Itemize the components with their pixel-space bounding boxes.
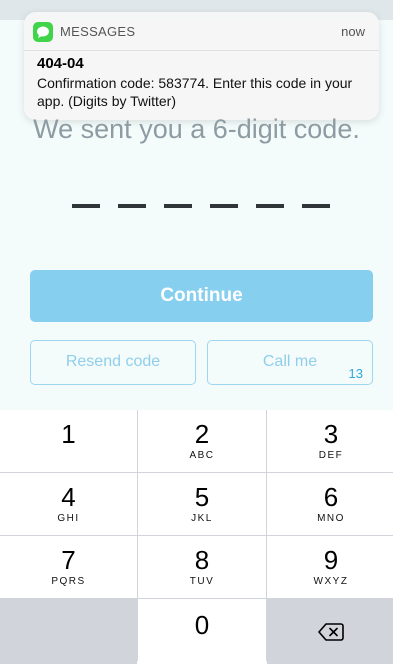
notification-divider [24, 50, 379, 51]
code-digit-slot [302, 204, 330, 208]
key-digit: 3 [323, 419, 339, 449]
continue-button[interactable]: Continue [30, 270, 373, 322]
key-6[interactable]: 6 MNO [267, 473, 393, 535]
key-digit: 6 [323, 482, 339, 512]
code-input[interactable] [72, 204, 330, 208]
notification-app-name: MESSAGES [60, 24, 136, 39]
resend-code-button[interactable]: Resend code [30, 340, 196, 385]
code-digit-slot [164, 204, 192, 208]
key-letters: MNO [317, 513, 345, 524]
code-digit-slot [256, 204, 284, 208]
key-2[interactable]: 2 ABC [138, 410, 266, 472]
verify-headline: We sent you a 6-digit code. [33, 114, 360, 144]
call-me-label: Call me [262, 353, 318, 370]
key-5[interactable]: 5 JKL [138, 473, 266, 535]
key-letters: DEF [318, 450, 344, 461]
messages-app-icon [33, 22, 53, 42]
key-letters: JKL [191, 513, 213, 524]
key-1[interactable]: 1 [0, 410, 137, 472]
key-letters: TUV [189, 576, 215, 587]
key-blank [0, 599, 137, 664]
key-digit: 9 [323, 545, 339, 575]
code-digit-slot [118, 204, 146, 208]
delete-key[interactable] [267, 599, 393, 664]
key-4[interactable]: 4 GHI [0, 473, 137, 535]
key-digit: 0 [194, 609, 210, 640]
key-3[interactable]: 3 DEF [267, 410, 393, 472]
notification-time: now [341, 24, 365, 39]
resend-code-label: Resend code [65, 353, 161, 370]
code-digit-slot [72, 204, 100, 208]
code-digit-slot [210, 204, 238, 208]
key-digit: 8 [194, 545, 210, 575]
key-digit: 4 [61, 482, 76, 512]
call-me-button[interactable]: Call me 13 [207, 340, 373, 385]
numeric-keypad: 1 2 ABC 3 DEF 4 GHI 5 JKL 6 MNO 7 PQRS 8… [0, 410, 393, 664]
message-notification[interactable]: MESSAGES now 404-04 Confirmation code: 5… [24, 12, 379, 120]
key-7[interactable]: 7 PQRS [0, 536, 137, 598]
key-digit: 5 [194, 482, 210, 512]
key-letters: GHI [57, 513, 80, 524]
notification-message: Confirmation code: 583774. Enter this co… [37, 75, 353, 109]
key-letters: WXYZ [313, 576, 349, 587]
call-countdown: 13 [348, 366, 363, 381]
delete-backspace-icon [318, 622, 344, 642]
key-digit: 2 [194, 419, 210, 449]
notification-sender: 404-04 [37, 55, 84, 72]
key-digit: 1 [61, 419, 76, 449]
key-digit: 7 [61, 545, 76, 575]
key-8[interactable]: 8 TUV [138, 536, 266, 598]
key-0[interactable]: 0 [138, 599, 266, 664]
key-letters: PQRS [51, 576, 86, 587]
key-letters: ABC [189, 450, 215, 461]
key-9[interactable]: 9 WXYZ [267, 536, 393, 598]
